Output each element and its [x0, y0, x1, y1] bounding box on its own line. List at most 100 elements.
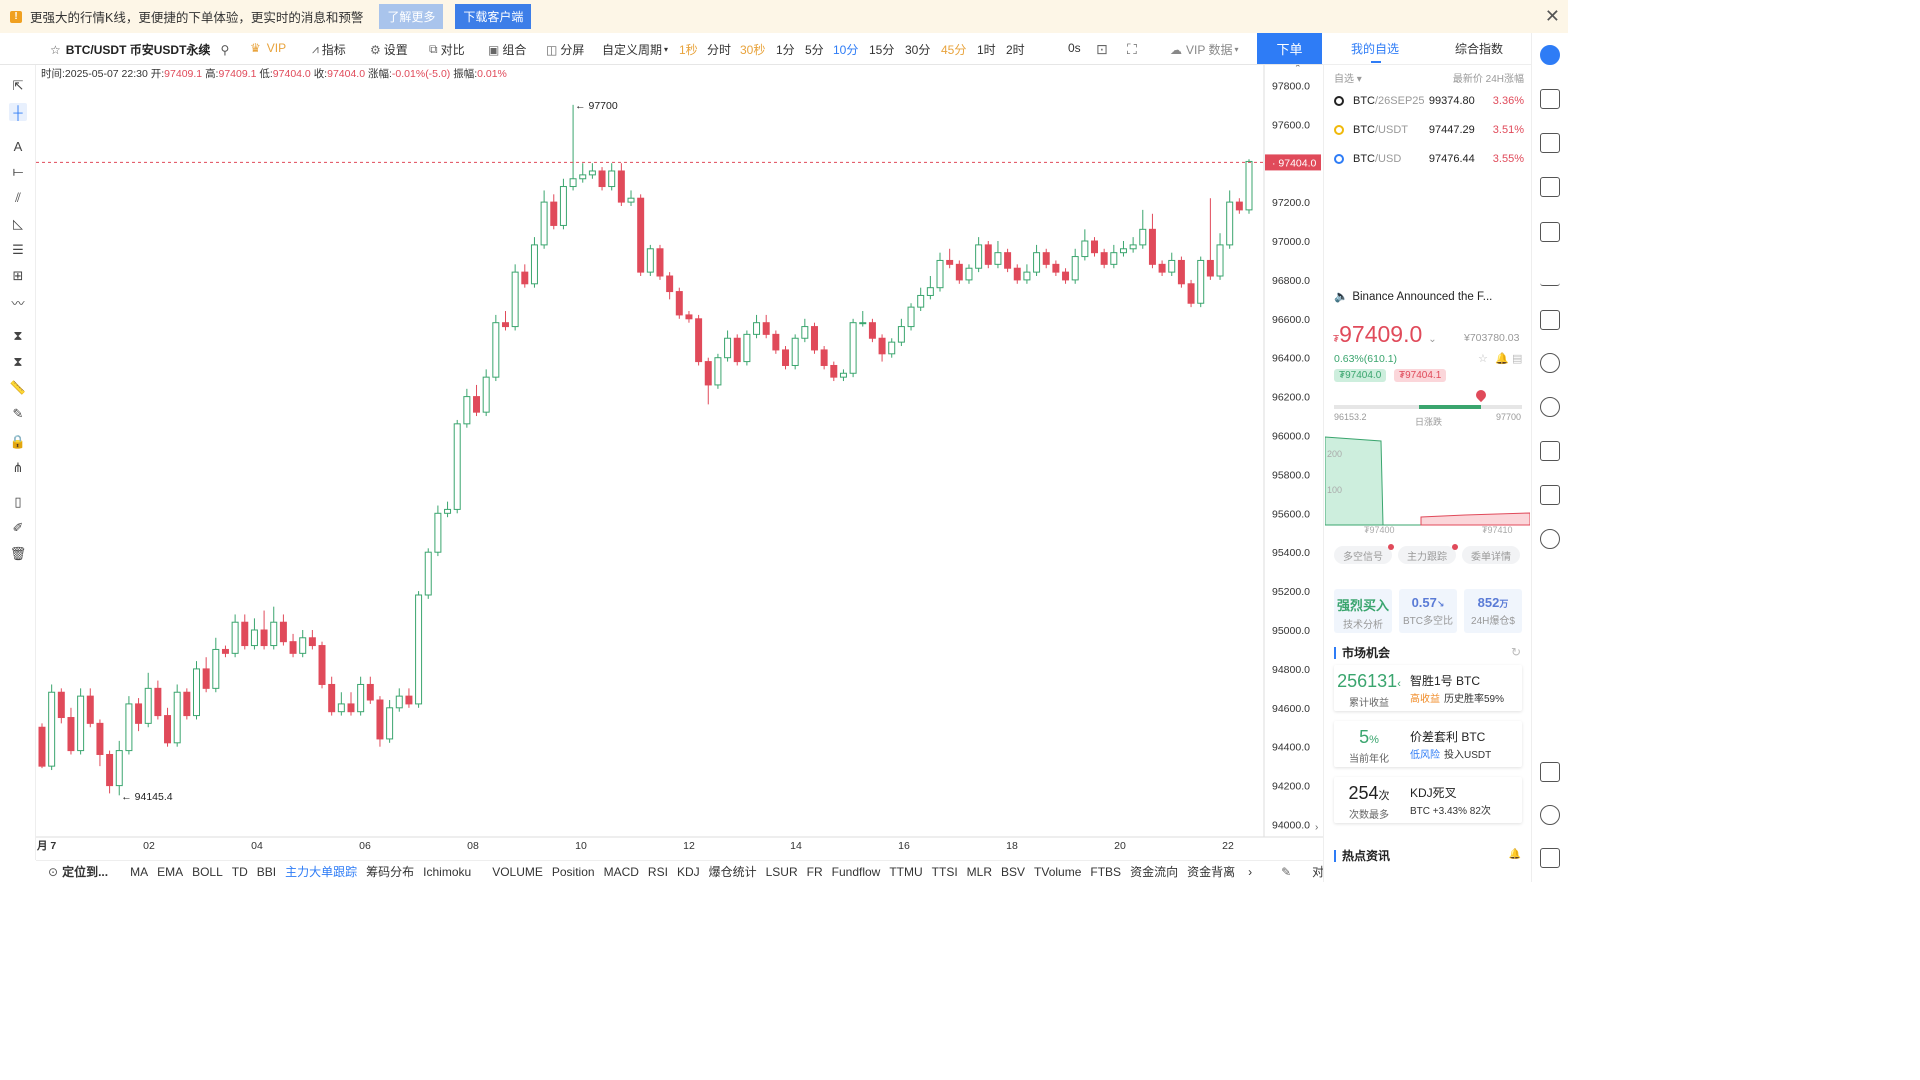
indicator-item[interactable]: EMA: [157, 865, 183, 879]
indicator-item[interactable]: BOLL: [192, 865, 223, 879]
calc-icon[interactable]: ▤: [1512, 352, 1522, 365]
news-ticker[interactable]: 🔈 Binance Announced the F...: [1334, 289, 1492, 303]
period-1h[interactable]: 1时: [977, 41, 996, 58]
bar-chart-icon[interactable]: [1540, 266, 1560, 286]
indicator-item[interactable]: Position: [552, 865, 595, 879]
pattern-icon[interactable]: ⧗: [9, 327, 27, 345]
opportunity-card[interactable]: 256131‹ 累计收益 智胜1号 BTC 高收益 历史胜率59%: [1334, 665, 1522, 711]
line-icon[interactable]: ⟝: [9, 163, 27, 181]
period-15m[interactable]: 15分: [869, 41, 894, 58]
summary-card[interactable]: 0.57↘ BTC多空比: [1399, 589, 1457, 633]
indicator-item[interactable]: 爆仓统计: [709, 863, 757, 880]
parallel-lines-icon[interactable]: ⫽: [9, 189, 27, 207]
indicator-item[interactable]: MACD: [604, 865, 639, 879]
download-icon[interactable]: [1540, 762, 1560, 782]
indicator-item[interactable]: 主力大单跟踪: [285, 863, 357, 880]
indicator-item[interactable]: TD: [232, 865, 248, 879]
star-icon[interactable]: ☆: [1478, 352, 1488, 365]
crosshair-icon[interactable]: ┼: [9, 103, 27, 121]
buy-icon[interactable]: [1540, 133, 1560, 153]
text-icon[interactable]: A: [9, 137, 27, 155]
indicator-item[interactable]: RSI: [648, 865, 668, 879]
indicator-item[interactable]: 资金流向: [1130, 863, 1178, 880]
indicator-item[interactable]: 筹码分布: [366, 863, 414, 880]
compare-button[interactable]: ⧉ 对比: [429, 41, 465, 58]
grid-icon[interactable]: ⊞: [9, 267, 27, 285]
bookmark-icon[interactable]: ▯: [9, 493, 27, 511]
scroll-up-icon[interactable]: ⌃: [1294, 65, 1302, 73]
period-1s[interactable]: 1秒: [679, 41, 698, 58]
opportunity-card[interactable]: 254次 次数最多 KDJ死叉 BTC +3.43% 82次: [1334, 777, 1522, 823]
ledger-icon[interactable]: [1540, 441, 1560, 461]
trash-icon[interactable]: 🗑: [9, 545, 27, 563]
main-force-button[interactable]: 主力跟踪: [1398, 546, 1456, 564]
period-5m[interactable]: 5分: [805, 41, 824, 58]
symbol-selector[interactable]: ☆ BTC/USDT 币安USDT永续 ⚲: [50, 41, 229, 58]
candlestick-chart[interactable]: 97800.097600.097400.097200.097000.096800…: [36, 65, 1323, 860]
vip-data-dropdown[interactable]: ☁ VIP 数据 ▾: [1170, 41, 1238, 58]
note-icon[interactable]: [1540, 89, 1560, 109]
clock-icon[interactable]: [1540, 353, 1560, 373]
tab-watchlist[interactable]: 我的自选: [1323, 33, 1427, 64]
summary-card[interactable]: 852万 24H爆仓$: [1464, 589, 1522, 633]
chevron-right-icon[interactable]: ›: [1248, 865, 1252, 879]
summary-card[interactable]: 强烈买入 技术分析: [1334, 589, 1392, 633]
indicator-item[interactable]: MLR: [967, 865, 992, 879]
edit-icon[interactable]: ✎: [1281, 865, 1291, 879]
news-icon[interactable]: [1540, 177, 1560, 197]
learn-more-button[interactable]: 了解更多: [379, 4, 444, 29]
refresh-icon[interactable]: ↻: [1511, 645, 1521, 659]
download-client-button[interactable]: 下载客户端: [455, 4, 532, 29]
fib-icon[interactable]: ☰: [9, 241, 27, 259]
custom-period-dropdown[interactable]: 自定义周期 ▾: [602, 41, 668, 58]
share-icon[interactable]: [1540, 45, 1560, 65]
indicator-item[interactable]: BSV: [1001, 865, 1025, 879]
indicator-item[interactable]: LSUR: [766, 865, 798, 879]
magnet-icon[interactable]: ⋔: [9, 459, 27, 477]
indicator-item[interactable]: TTMU: [889, 865, 922, 879]
long-short-signal-button[interactable]: 多空信号: [1334, 546, 1392, 564]
bell-icon[interactable]: 🔔: [1509, 849, 1521, 860]
compass-icon[interactable]: [1540, 397, 1560, 417]
indicator-item[interactable]: KDJ: [677, 865, 700, 879]
camera-icon[interactable]: ⊡: [1096, 41, 1111, 58]
period-10m[interactable]: 10分: [833, 41, 858, 58]
locate-button[interactable]: 定位到...: [62, 863, 108, 880]
pen-icon[interactable]: ✎: [9, 405, 27, 423]
chevron-down-icon[interactable]: ⌄: [1428, 334, 1436, 345]
indicator-item[interactable]: FTBS: [1090, 865, 1121, 879]
search-icon[interactable]: ⚲: [220, 43, 229, 57]
indicator-item[interactable]: Fundflow: [832, 865, 881, 879]
indicator-item[interactable]: BBI: [257, 865, 276, 879]
bell-icon[interactable]: 🔔: [1495, 352, 1509, 365]
tab-index[interactable]: 综合指数: [1427, 33, 1531, 64]
indicator-item[interactable]: TVolume: [1034, 865, 1081, 879]
indicator-button[interactable]: ⩘ 指标: [312, 41, 346, 58]
indicator-item[interactable]: MA: [130, 865, 148, 879]
close-icon[interactable]: ✕: [1545, 7, 1560, 25]
triangle-icon[interactable]: ◺: [9, 215, 27, 233]
period-timeshare[interactable]: 分时: [707, 41, 731, 58]
vip-button[interactable]: ♛ VIP: [250, 41, 286, 55]
split-button[interactable]: ◫ 分屏: [546, 41, 584, 58]
lock-icon[interactable]: 🔒: [9, 433, 27, 451]
indicator-item[interactable]: TTSI: [932, 865, 958, 879]
indicator-item[interactable]: 资金背离: [1187, 863, 1235, 880]
add-chart-icon[interactable]: [1540, 310, 1560, 330]
fullscreen-icon[interactable]: ⛶: [1127, 41, 1140, 58]
wallet-icon[interactable]: [1540, 485, 1560, 505]
edit-list-icon[interactable]: ✐: [9, 519, 27, 537]
help-icon[interactable]: [1540, 848, 1560, 868]
combo-button[interactable]: ▣ 组合: [488, 41, 526, 58]
ruler-icon[interactable]: 📏: [9, 379, 27, 397]
watchlist-row[interactable]: BTC/USD 97476.44 3.55%: [1334, 149, 1524, 169]
indicator-item[interactable]: FR: [807, 865, 823, 879]
checklist-icon[interactable]: [1540, 222, 1560, 242]
place-order-button[interactable]: 下单: [1257, 33, 1322, 64]
pro-icon[interactable]: [1540, 529, 1560, 549]
star-icon[interactable]: ☆: [50, 43, 61, 57]
wave-icon[interactable]: 〰: [9, 293, 27, 311]
period-30m[interactable]: 30分: [905, 41, 930, 58]
watchlist-row[interactable]: BTC/26SEP25 99374.80 3.36%: [1334, 91, 1524, 111]
indicator-item[interactable]: Ichimoku: [423, 865, 471, 879]
